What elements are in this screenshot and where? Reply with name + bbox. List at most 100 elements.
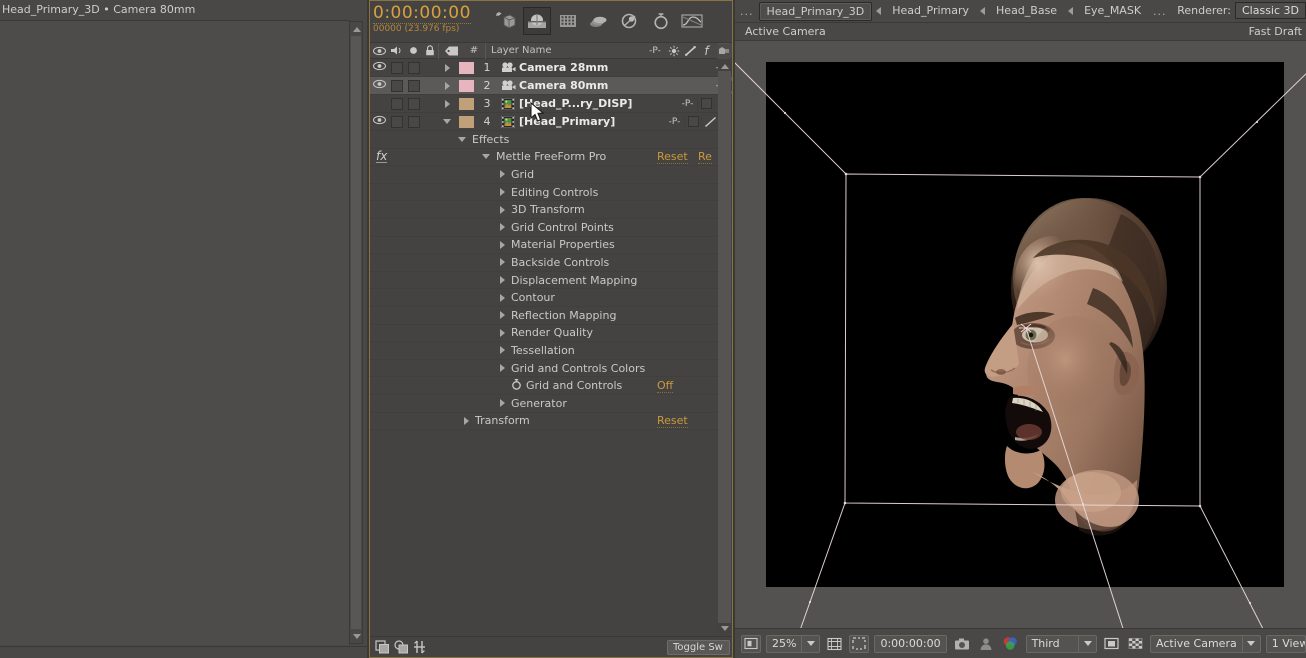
rgb-channels-icon[interactable]: [1000, 636, 1021, 651]
timeline-property-row[interactable]: Tessellation: [370, 342, 732, 360]
viewer-timecode[interactable]: 0:00:00:00: [875, 637, 945, 650]
tab-eye-mask[interactable]: Eye_MASK: [1077, 2, 1148, 21]
layer-label-color[interactable]: [456, 79, 476, 92]
resolution-dropdown-arrow[interactable]: [1079, 641, 1096, 646]
layer-audio-toggle[interactable]: [388, 61, 405, 74]
solo-header-icon[interactable]: [405, 43, 421, 59]
timeline-property-row[interactable]: Transform Reset: [370, 413, 732, 431]
audio-header-icon[interactable]: [388, 43, 405, 59]
auto-keyframe-icon[interactable]: [647, 7, 675, 35]
timeline-property-row[interactable]: Grid and Controls Off: [370, 377, 732, 395]
property-value[interactable]: Off: [657, 379, 674, 393]
graph-editor-icon[interactable]: [678, 7, 706, 35]
timeline-property-row[interactable]: Grid Control Points: [370, 219, 732, 237]
layer-solo-toggle[interactable]: [405, 61, 422, 74]
effect-controls-scrollbar[interactable]: [349, 21, 363, 644]
timeline-layer-row[interactable]: 2Camera 80mm-P-: [370, 77, 732, 95]
effect-controls-body[interactable]: [0, 20, 350, 645]
video-visibility-header-icon[interactable]: [370, 43, 388, 59]
checkerboard-icon[interactable]: [1126, 637, 1145, 650]
layer-label-color[interactable]: [456, 115, 476, 128]
view-selector[interactable]: Active Camera: [1150, 634, 1261, 653]
timeline-layer-row[interactable]: 3 [Head_P...ry_DISP] -P-: [370, 95, 732, 113]
timeline-property-row[interactable]: Displacement Mapping: [370, 272, 732, 290]
current-time-display[interactable]: 0:00:00:00 00000 (23.976 fps): [373, 4, 483, 35]
tab-head-primary-3d[interactable]: Head_Primary_3D: [758, 1, 873, 21]
tab-head-primary[interactable]: Head_Primary: [885, 2, 976, 21]
camera-snapshot-icon[interactable]: [952, 637, 972, 651]
layer-name-header[interactable]: Layer Name: [486, 43, 645, 59]
timeline-property-row[interactable]: 3D Transform: [370, 201, 732, 219]
layer-expand-toggle[interactable]: [438, 63, 456, 72]
timeline-layer-row[interactable]: 4[Head_Primary]-P-f: [370, 113, 732, 131]
timeline-property-row[interactable]: Contour: [370, 289, 732, 307]
layer-audio-toggle[interactable]: [388, 79, 405, 92]
view-selector-dropdown-arrow[interactable]: [1243, 641, 1260, 646]
grid-guides-icon[interactable]: [825, 636, 844, 652]
resolution-value[interactable]: Third: [1027, 637, 1065, 650]
view-layout-value[interactable]: 1 View: [1267, 637, 1305, 650]
layer-solo-toggle[interactable]: [405, 115, 422, 128]
label-header-icon[interactable]: [439, 43, 463, 59]
property-value-secondary[interactable]: Re: [698, 150, 712, 164]
tabs-overflow-right[interactable]: ...: [1148, 5, 1172, 18]
tab-nav-arrow-icon-2[interactable]: [980, 7, 986, 15]
timeline-layer-row[interactable]: 1Camera 28mm-P-: [370, 59, 732, 77]
layer-audio-toggle[interactable]: [388, 115, 405, 128]
resolution-selector[interactable]: Third: [1025, 634, 1098, 653]
view-layout-selector[interactable]: 1 View: [1265, 634, 1306, 653]
layer-visibility-toggle[interactable]: [370, 79, 388, 92]
timeline-property-row[interactable]: Render Quality: [370, 325, 732, 343]
comp-mini-flowchart-icon[interactable]: [717, 44, 731, 59]
show-snapshot-icon[interactable]: [977, 637, 995, 651]
timeline-scroll-down-button[interactable]: [718, 621, 731, 635]
layer-name[interactable]: Camera 80mm: [518, 79, 712, 92]
scrollbar-thumb[interactable]: [351, 36, 361, 629]
view-selector-value[interactable]: Active Camera: [1151, 637, 1242, 650]
parent-switch[interactable]: -P-: [665, 116, 685, 127]
composition-viewer-canvas-area[interactable]: [735, 41, 1306, 628]
motion-blur-icon[interactable]: [413, 640, 426, 654]
hide-shy-layers-icon[interactable]: [554, 7, 582, 35]
magnification-value[interactable]: 25%: [767, 637, 801, 650]
layer-name[interactable]: [Head_P...ry_DISP]: [518, 97, 678, 110]
new-composition-icon[interactable]: [492, 7, 520, 35]
magnification-dropdown-arrow[interactable]: [802, 641, 819, 646]
timeline-property-row[interactable]: Material Properties: [370, 237, 732, 255]
toggle-switches-modes-button[interactable]: Toggle Sw: [667, 640, 730, 655]
lock-header-icon[interactable]: [421, 43, 438, 59]
layer-switch-empty[interactable]: [698, 98, 715, 109]
layer-expand-toggle[interactable]: [438, 119, 456, 124]
tabs-overflow-left[interactable]: ...: [735, 5, 759, 18]
layer-visibility-toggle[interactable]: [370, 115, 388, 128]
layer-switch-empty[interactable]: [685, 116, 702, 127]
frame-blending-icon[interactable]: [585, 7, 613, 35]
frame-blend-icon[interactable]: [394, 640, 409, 654]
layer-name[interactable]: [Head_Primary]: [518, 115, 665, 128]
timeline-property-row[interactable]: Effects: [370, 131, 732, 149]
renderer-value-button[interactable]: Classic 3D: [1234, 2, 1306, 19]
timeline-property-row[interactable]: Reflection Mapping: [370, 307, 732, 325]
draft-3d-icon[interactable]: [523, 7, 551, 35]
current-time-field[interactable]: 0:00:00:00: [874, 634, 947, 653]
tab-nav-arrow-icon-3[interactable]: [1068, 7, 1074, 15]
transparency-grid-icon[interactable]: [1102, 637, 1121, 650]
property-value[interactable]: Reset: [657, 150, 688, 164]
timeline-property-row[interactable]: Grid: [370, 166, 732, 184]
timecode-value[interactable]: 0:00:00:00: [373, 4, 471, 24]
effect-fx-badge[interactable]: fx: [376, 150, 388, 163]
layer-name[interactable]: Camera 28mm: [518, 61, 712, 74]
layer-expand-toggle[interactable]: [438, 81, 456, 90]
layer-label-color[interactable]: [456, 61, 476, 74]
motion-blur-icon[interactable]: [616, 7, 644, 35]
magnification-selector[interactable]: 25%: [766, 634, 821, 653]
property-value[interactable]: Reset: [657, 414, 688, 428]
tab-nav-arrow-icon[interactable]: [876, 7, 882, 15]
timeline-scrollbar-thumb[interactable]: [718, 71, 731, 623]
toggle-switches-icon[interactable]: [375, 640, 390, 654]
layer-solo-toggle[interactable]: [405, 97, 422, 110]
scroll-down-button[interactable]: [350, 629, 364, 643]
region-of-interest-icon[interactable]: [741, 634, 761, 653]
timeline-property-row[interactable]: Editing Controls: [370, 184, 732, 202]
motion-blur-switch[interactable]: [702, 116, 719, 128]
